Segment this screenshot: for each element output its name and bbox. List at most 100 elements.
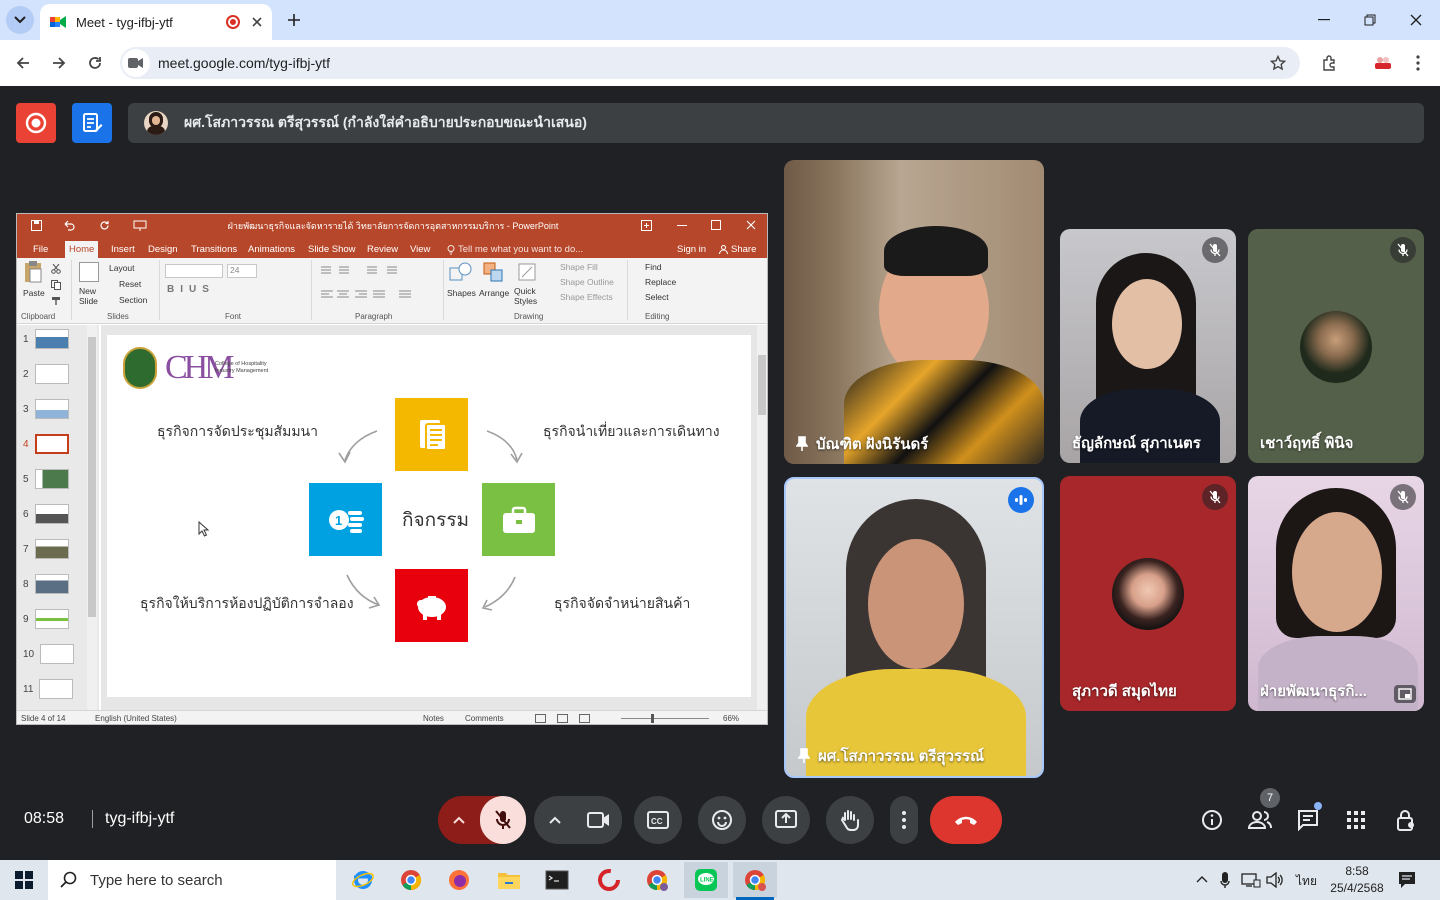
slide-thumb[interactable]: 2 (23, 360, 93, 388)
paste-icon[interactable] (23, 260, 43, 284)
participant-tile[interactable]: สุภาวดี สมุดไทย (1060, 476, 1236, 711)
shapes-icon[interactable] (449, 262, 473, 282)
network-icon[interactable] (1241, 872, 1261, 888)
participant-tile[interactable]: ธัญลักษณ์ สุภาเนตร (1060, 229, 1236, 463)
back-button[interactable] (8, 48, 38, 78)
volume-icon[interactable] (1266, 872, 1284, 888)
slide-thumb[interactable]: 3 (23, 395, 93, 423)
zoom-level[interactable]: 66% (723, 714, 739, 723)
slide-thumb[interactable]: 11 (23, 675, 93, 703)
comments-button[interactable]: Comments (465, 714, 504, 723)
cut-icon[interactable] (51, 264, 61, 274)
taskbar-app-chrome[interactable] (389, 862, 433, 898)
shapes-button[interactable]: Shapes (447, 288, 476, 298)
notes-button[interactable]: Notes (423, 714, 444, 723)
sign-in-link[interactable]: Sign in (673, 241, 710, 258)
taskbar-app-chrome-active[interactable] (733, 862, 777, 898)
pip-button[interactable] (1394, 685, 1416, 703)
slide-thumb[interactable]: 9 (23, 605, 93, 633)
minimize-window-button[interactable] (1310, 8, 1338, 32)
undo-icon[interactable] (63, 220, 75, 231)
ppt-close-icon[interactable] (746, 220, 756, 230)
copy-icon[interactable] (51, 280, 61, 290)
ppt-minimize-icon[interactable] (677, 225, 687, 227)
bookmark-button[interactable] (1263, 48, 1293, 78)
zoom-slider[interactable] (621, 718, 709, 719)
select-button[interactable]: Select (645, 292, 669, 302)
slide-thumb[interactable]: 8 (23, 570, 93, 598)
font-style-buttons[interactable]: BIUS (167, 284, 215, 295)
thumb-scrollbar[interactable] (87, 325, 97, 710)
taskbar-app-terminal[interactable] (535, 862, 579, 898)
slide-thumb[interactable]: 1 (23, 325, 93, 353)
more-options-button[interactable] (890, 796, 918, 844)
slide-thumb[interactable]: 6 (23, 500, 93, 528)
taskbar-app-ie[interactable] (341, 862, 385, 898)
raise-hand-button[interactable] (826, 796, 874, 844)
slide-thumb-active[interactable]: 4 (23, 430, 93, 458)
taskbar-app-ccleaner[interactable] (587, 862, 631, 898)
taskbar-app-line[interactable]: LINE (684, 862, 728, 898)
shape-outline-button[interactable]: Shape Outline (560, 277, 614, 287)
reset-button[interactable]: Reset (119, 279, 141, 289)
participant-tile[interactable]: เชาว์ฤทธิ์ พินิจ (1248, 229, 1424, 463)
shape-fill-button[interactable]: Shape Fill (560, 262, 598, 272)
shape-effects-button[interactable]: Shape Effects (560, 292, 613, 302)
ppt-tab-animations[interactable]: Animations (244, 241, 299, 258)
taskbar-search-box[interactable]: Type here to search (48, 860, 336, 900)
ppt-tab-transitions[interactable]: Transitions (187, 241, 241, 258)
quick-styles-icon[interactable] (517, 262, 537, 282)
browser-menu-button[interactable] (1403, 48, 1433, 78)
site-info-button[interactable] (122, 49, 150, 77)
camera-toggle-button[interactable] (576, 796, 622, 844)
chat-button[interactable] (1292, 802, 1324, 836)
forward-button[interactable] (44, 48, 74, 78)
zoom-slider-thumb[interactable] (651, 714, 654, 723)
taskbar-app-explorer[interactable] (487, 862, 531, 898)
ribbon-display-icon[interactable] (641, 220, 652, 231)
redo-icon[interactable] (99, 220, 110, 231)
microphone-toggle-button[interactable] (480, 796, 526, 844)
video-settings-button[interactable] (534, 796, 576, 844)
arrange-icon[interactable] (483, 262, 505, 282)
slide-thumb[interactable]: 10 (23, 640, 93, 668)
reload-button[interactable] (80, 48, 110, 78)
taskbar-clock[interactable]: 8:58 25/4/2568 (1322, 863, 1392, 897)
slide-thumb[interactable]: 7 (23, 535, 93, 563)
ppt-share-button[interactable]: Share (715, 241, 760, 258)
ppt-maximize-icon[interactable] (711, 220, 721, 230)
slide-thumb[interactable]: 5 (23, 465, 93, 493)
slide-scrollbar[interactable] (757, 325, 767, 710)
captions-button[interactable]: CC (634, 796, 682, 844)
present-screen-button[interactable] (762, 796, 810, 844)
font-name-dropdown[interactable] (165, 264, 223, 278)
layout-button[interactable]: Layout (109, 263, 135, 273)
meeting-details-button[interactable] (1196, 804, 1228, 836)
address-bar[interactable]: meet.google.com/tyg-ifbj-ytf (120, 47, 1300, 79)
tab-search-button[interactable] (6, 6, 34, 34)
participant-tile[interactable]: ฝ่ายพัฒนาธุรกิ... (1248, 476, 1424, 711)
new-tab-button[interactable] (282, 8, 306, 32)
ppt-tab-home[interactable]: Home (65, 241, 99, 258)
ppt-tab-file[interactable]: File (29, 241, 52, 258)
ppt-tab-insert[interactable]: Insert (107, 241, 139, 258)
host-controls-button[interactable] (1390, 804, 1422, 836)
show-hidden-icons-icon[interactable] (1196, 874, 1208, 884)
taskbar-app-firefox[interactable] (437, 862, 481, 898)
arrange-button[interactable]: Arrange (479, 288, 509, 298)
ppt-tab-view[interactable]: View (406, 241, 434, 258)
leave-call-button[interactable] (930, 796, 1002, 844)
participant-tile[interactable]: บัณฑิต ฝังนิรันดร์ (784, 160, 1044, 464)
ppt-tab-review[interactable]: Review (363, 241, 402, 258)
notification-center-icon[interactable] (1398, 871, 1416, 889)
close-tab-icon[interactable] (252, 17, 262, 27)
new-slide-label[interactable]: New Slide (79, 286, 109, 306)
save-icon[interactable] (31, 220, 42, 231)
browser-tab-meet[interactable]: Meet - tyg-ifbj-ytf (40, 4, 272, 40)
paragraph-buttons[interactable] (319, 264, 437, 304)
current-slide[interactable]: CHM College of Hospitality Industry Mana… (107, 335, 751, 697)
taskbar-app-chrome-profile[interactable] (635, 862, 679, 898)
take-notes-button[interactable] (72, 103, 112, 143)
view-buttons[interactable] (535, 714, 605, 724)
participant-tile-speaking[interactable]: ผศ.โสภาวรรณ ตรีสุวรรณ์ (784, 477, 1044, 778)
